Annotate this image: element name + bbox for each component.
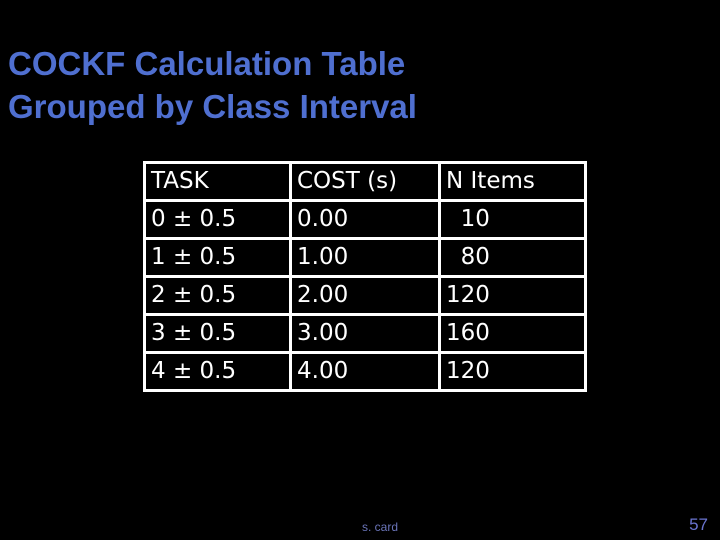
calculation-table-container: TASK COST (s) N Items 0 ± 0.5 0.00 10 1 … <box>143 161 587 392</box>
cell-task: 4 ± 0.5 <box>143 351 292 392</box>
cell-task: 3 ± 0.5 <box>143 313 292 354</box>
calculation-table: TASK COST (s) N Items 0 ± 0.5 0.00 10 1 … <box>143 161 587 392</box>
cell-cost: 1.00 <box>289 237 441 278</box>
table-row: 2 ± 0.5 2.00 120 <box>143 275 587 316</box>
cell-task: 2 ± 0.5 <box>143 275 292 316</box>
title-line-2: Grouped by Class Interval <box>8 88 417 125</box>
cell-cost: 2.00 <box>289 275 441 316</box>
table-row: 0 ± 0.5 0.00 10 <box>143 199 587 240</box>
cell-n-items: 10 <box>438 199 587 240</box>
table-row: 1 ± 0.5 1.00 80 <box>143 237 587 278</box>
footer-author: s. card <box>362 520 399 534</box>
table-row: 4 ± 0.5 4.00 120 <box>143 351 587 392</box>
cell-task: 1 ± 0.5 <box>143 237 292 278</box>
table-row: 3 ± 0.5 3.00 160 <box>143 313 587 354</box>
header-n-items: N Items <box>438 161 587 202</box>
header-cost: COST (s) <box>289 161 441 202</box>
cell-task: 0 ± 0.5 <box>143 199 292 240</box>
slide-title: COCKF Calculation Table Grouped by Class… <box>8 42 417 128</box>
cell-n-items: 80 <box>438 237 587 278</box>
cell-cost: 0.00 <box>289 199 441 240</box>
header-task: TASK <box>143 161 292 202</box>
cell-n-items: 120 <box>438 351 587 392</box>
page-number: 57 <box>689 515 708 534</box>
table-header-row: TASK COST (s) N Items <box>143 161 587 202</box>
cell-n-items: 160 <box>438 313 587 354</box>
cell-cost: 4.00 <box>289 351 441 392</box>
cell-cost: 3.00 <box>289 313 441 354</box>
cell-n-items: 120 <box>438 275 587 316</box>
title-line-1: COCKF Calculation Table <box>8 45 406 82</box>
